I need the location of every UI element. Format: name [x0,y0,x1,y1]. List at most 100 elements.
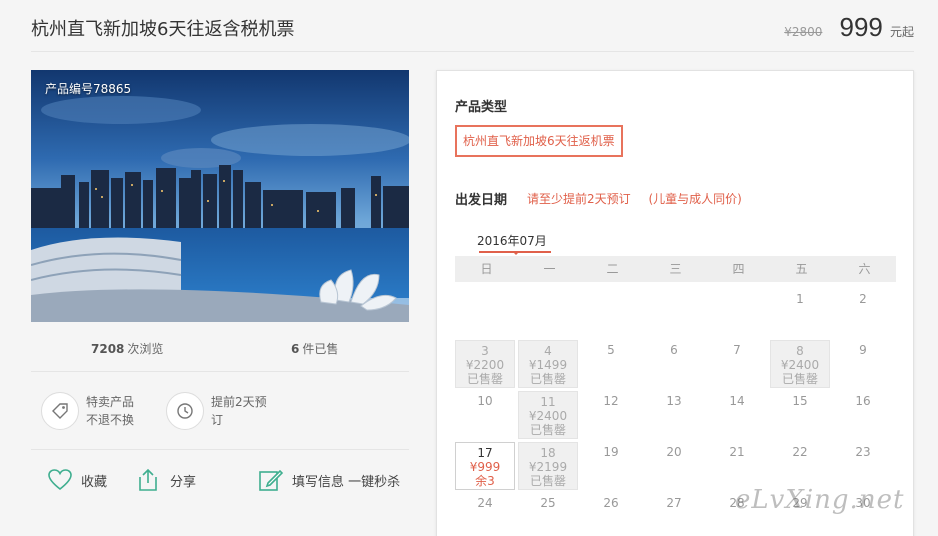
weekday: 日 [480,262,493,276]
day-number: 15 [792,394,808,408]
calendar-day [581,289,641,337]
day-price: ¥999 [469,460,501,474]
original-price: ¥2800 [784,25,823,39]
day-number: 23 [855,445,871,459]
calendar-day: 25 [518,493,578,536]
feature-advance-booking: 提前2天预 订 [166,392,267,430]
day-number: 20 [666,445,682,459]
calendar-day: 10 [455,391,515,439]
current-price: 999 [839,12,883,42]
day-number: 19 [603,445,619,459]
calendar-day [455,289,515,337]
calendar-day: 1 [770,289,830,337]
calendar-day: 26 [581,493,641,536]
share-button[interactable]: 分享 [136,468,196,492]
day-status: 余3 [475,474,495,488]
day-number: 14 [729,394,745,408]
feature-line1: 特卖产品 [86,395,135,409]
day-number: 22 [792,445,808,459]
departure-date-label: 出发日期 [455,193,508,208]
weekday: 一 [543,262,556,276]
calendar-day: 13 [644,391,704,439]
day-number: 16 [855,394,871,408]
feature-line2: 订 [211,413,224,427]
booking-panel: 产品类型 杭州直飞新加坡6天往返机票 出发日期 请至少提前2天预订 (儿童与成人… [436,70,914,536]
calendar-day: 19 [581,442,641,490]
day-number: 5 [607,343,615,357]
day-status: 已售罄 [529,423,566,437]
weekday-header: 日 一 二 三 四 五 六 [455,256,896,282]
product-left-column: 产品编号78865 7208 次浏览 6 件已售 特卖产品 不退不换 提前2天预 订 [31,70,409,510]
date-notes: 请至少提前2天预订 (儿童与成人同价) [527,190,742,207]
calendar-day: 16 [833,391,893,439]
calendar-day: 5 [581,340,641,388]
day-number: 11 [540,395,556,409]
calendar-day: 14 [707,391,767,439]
product-stats: 7208 次浏览 6 件已售 [31,322,409,372]
child-price-note: (儿童与成人同价) [648,192,742,206]
calendar-day: 20 [644,442,704,490]
calendar-week-row: 3 ¥2200 已售罄 4 ¥1499 已售罄 5 6 7 8 ¥2400 已售罄 9 [455,340,896,391]
day-number: 9 [859,343,867,357]
views-label: 次浏览 [127,342,164,356]
favorite-label: 收藏 [81,474,108,490]
calendar-day [707,289,767,337]
share-label: 分享 [170,474,197,490]
fill-info-label: 填写信息 一键秒杀 [292,474,401,490]
day-price: ¥2400 [528,409,568,423]
product-header: 杭州直飞新加坡6天往返含税机票 ¥2800 999 元起 [31,0,914,52]
advance-notice: 请至少提前2天预订 [527,192,631,206]
calendar-day: 2 [833,289,893,337]
price-suffix: 元起 [889,25,914,39]
calendar-day: 22 [770,442,830,490]
calendar-day [644,289,704,337]
day-number: 24 [477,496,493,510]
sold-label: 件已售 [302,342,339,356]
fill-info-button[interactable]: 填写信息 一键秒杀 [258,468,400,492]
day-price: ¥1499 [528,358,568,372]
calendar-day-soldout: 11 ¥2400 已售罄 [518,391,578,439]
weekday: 六 [858,262,871,276]
weekday: 五 [795,262,808,276]
day-number: 21 [729,445,745,459]
favorite-button[interactable]: 收藏 [47,468,107,492]
clock-icon [166,392,204,430]
calendar-day-soldout: 8 ¥2400 已售罄 [770,340,830,388]
singapore-skyline-image [31,70,409,322]
day-number: 26 [603,496,619,510]
watermark: eLvXing.net [735,485,905,515]
product-actions: 收藏 分享 填写信息 一键秒杀 [31,450,409,510]
day-number: 10 [477,394,493,408]
month-tab[interactable]: 2016年07月 [477,232,547,252]
sold-stat: 6 件已售 [291,340,338,357]
calendar-day: 9 [833,340,893,388]
share-icon [139,468,157,491]
feature-text: 提前2天预 订 [211,393,267,429]
calendar-day: 12 [581,391,641,439]
product-type-label: 产品类型 [455,100,508,115]
day-status: 已售罄 [466,372,503,386]
day-number: 12 [603,394,619,408]
day-number: 8 [796,344,804,358]
calendar-day-soldout: 4 ¥1499 已售罄 [518,340,578,388]
day-number: 4 [544,344,552,358]
day-number: 18 [540,446,556,460]
calendar-day-soldout: 3 ¥2200 已售罄 [455,340,515,388]
price-box: ¥2800 999 元起 [784,12,914,43]
day-price: ¥2200 [465,358,505,372]
day-number: 7 [733,343,741,357]
tag-icon [41,392,79,430]
product-title: 杭州直飞新加坡6天往返含税机票 [31,19,295,40]
day-price: ¥2199 [528,460,568,474]
calendar-day-soldout: 18 ¥2199 已售罄 [518,442,578,490]
calendar-day-avail[interactable]: 17 ¥999 余3 [455,442,515,490]
day-number: 17 [477,446,493,460]
day-number: 2 [859,292,867,306]
product-photo: 产品编号78865 [31,70,409,322]
calendar-day: 7 [707,340,767,388]
calendar-day: 6 [644,340,704,388]
calendar-week-row: 12 [455,289,896,340]
product-type-option[interactable]: 杭州直飞新加坡6天往返机票 [455,125,623,157]
day-number: 6 [670,343,678,357]
day-number: 3 [481,344,489,358]
